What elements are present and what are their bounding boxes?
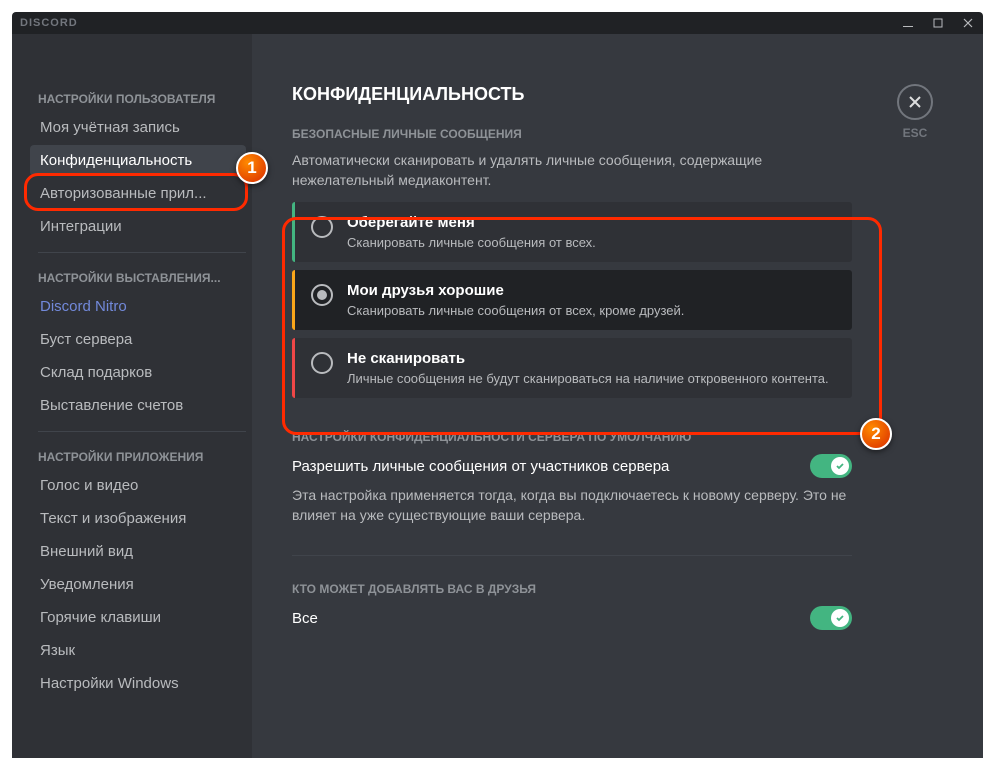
check-icon (835, 613, 845, 623)
sidebar-item-voice-video[interactable]: Голос и видео (30, 470, 246, 501)
close-label: ESC (903, 126, 928, 140)
radio-icon (311, 284, 333, 306)
friends-everyone-title: Все (292, 610, 318, 627)
sidebar-section-user: НАСТРОЙКИ ПОЛЬЗОВАТЕЛЯ (30, 84, 246, 112)
radio-no-scan[interactable]: Не сканировать Личные сообщения не будут… (292, 338, 852, 398)
check-icon (835, 461, 845, 471)
sidebar-section-billing: НАСТРОЙКИ ВЫСТАВЛЕНИЯ... (30, 263, 246, 291)
sidebar-item-nitro[interactable]: Discord Nitro (30, 291, 246, 322)
titlebar-brand: DISCORD (20, 17, 78, 29)
sidebar-item-gift-inventory[interactable]: Склад подарков (30, 357, 246, 388)
sidebar-item-windows[interactable]: Настройки Windows (30, 668, 246, 699)
window-controls (901, 16, 975, 30)
close-settings-button[interactable]: ESC (897, 84, 933, 140)
toggle-knob (831, 609, 849, 627)
sidebar-item-notifications[interactable]: Уведомления (30, 569, 246, 600)
sidebar-item-language[interactable]: Язык (30, 635, 246, 666)
radio-title: Мои друзья хорошие (347, 282, 836, 299)
annotation-marker-2: 2 (860, 418, 892, 450)
annotation-marker-1: 1 (236, 152, 268, 184)
radio-keep-safe[interactable]: Оберегайте меня Сканировать личные сообщ… (292, 202, 852, 262)
sidebar-item-appearance[interactable]: Внешний вид (30, 536, 246, 567)
radio-desc: Сканировать личные сообщения от всех. (347, 235, 836, 250)
safe-dm-header: БЕЗОПАСНЫЕ ЛИЧНЫЕ СООБЩЕНИЯ (292, 127, 852, 141)
friends-header: КТО МОЖЕТ ДОБАВЛЯТЬ ВАС В ДРУЗЬЯ (292, 582, 852, 596)
sidebar-item-billing[interactable]: Выставление счетов (30, 390, 246, 421)
sidebar-section-app: НАСТРОЙКИ ПРИЛОЖЕНИЯ (30, 442, 246, 470)
sidebar-divider (38, 431, 246, 432)
close-window-button[interactable] (961, 16, 975, 30)
radio-icon (311, 352, 333, 374)
sidebar-divider (38, 252, 246, 253)
titlebar: DISCORD (12, 12, 983, 34)
radio-desc: Сканировать личные сообщения от всех, кр… (347, 303, 836, 318)
minimize-button[interactable] (901, 16, 915, 30)
radio-title: Не сканировать (347, 350, 836, 367)
friends-everyone-toggle[interactable] (810, 606, 852, 630)
server-privacy-description: Эта настройка применяется тогда, когда в… (292, 486, 852, 525)
toggle-knob (831, 457, 849, 475)
safe-dm-radio-group: Оберегайте меня Сканировать личные сообщ… (292, 202, 852, 398)
close-icon (897, 84, 933, 120)
sidebar-item-keybinds[interactable]: Горячие клавиши (30, 602, 246, 633)
sidebar-item-server-boost[interactable]: Буст сервера (30, 324, 246, 355)
server-privacy-title: Разрешить личные сообщения от участников… (292, 458, 669, 475)
page-title: КОНФИДЕНЦИАЛЬНОСТЬ (292, 84, 933, 105)
radio-desc: Личные сообщения не будут сканироваться … (347, 371, 836, 386)
sidebar-item-authorized-apps[interactable]: Авторизованные прил... (30, 178, 246, 209)
maximize-button[interactable] (931, 16, 945, 30)
radio-title: Оберегайте меня (347, 214, 836, 231)
sidebar-item-text-images[interactable]: Текст и изображения (30, 503, 246, 534)
allow-server-dm-toggle[interactable] (810, 454, 852, 478)
radio-icon (311, 216, 333, 238)
settings-sidebar: НАСТРОЙКИ ПОЛЬЗОВАТЕЛЯ Моя учётная запис… (12, 34, 252, 758)
content-divider (292, 555, 852, 556)
radio-friends-nice[interactable]: Мои друзья хорошие Сканировать личные со… (292, 270, 852, 330)
sidebar-item-privacy[interactable]: Конфиденциальность (30, 145, 246, 176)
sidebar-item-integrations[interactable]: Интеграции (30, 211, 246, 242)
settings-content: ESC КОНФИДЕНЦИАЛЬНОСТЬ БЕЗОПАСНЫЕ ЛИЧНЫЕ… (252, 34, 983, 758)
server-privacy-header: НАСТРОЙКИ КОНФИДЕНЦИАЛЬНОСТИ СЕРВЕРА ПО … (292, 430, 852, 444)
safe-dm-description: Автоматически сканировать и удалять личн… (292, 151, 852, 190)
sidebar-item-account[interactable]: Моя учётная запись (30, 112, 246, 143)
